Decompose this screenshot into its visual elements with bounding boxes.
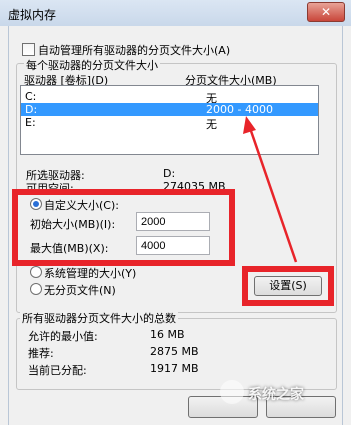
virtual-memory-dialog: 虚拟内存 ✕ 自动管理所有驱动器的分页文件大小(A) 每个驱动器的分页文件大小 … xyxy=(0,0,351,425)
watermark-logo-icon xyxy=(220,380,244,404)
watermark-text: 系统之家 xyxy=(248,387,304,403)
annotation-arrow-icon xyxy=(243,116,298,263)
